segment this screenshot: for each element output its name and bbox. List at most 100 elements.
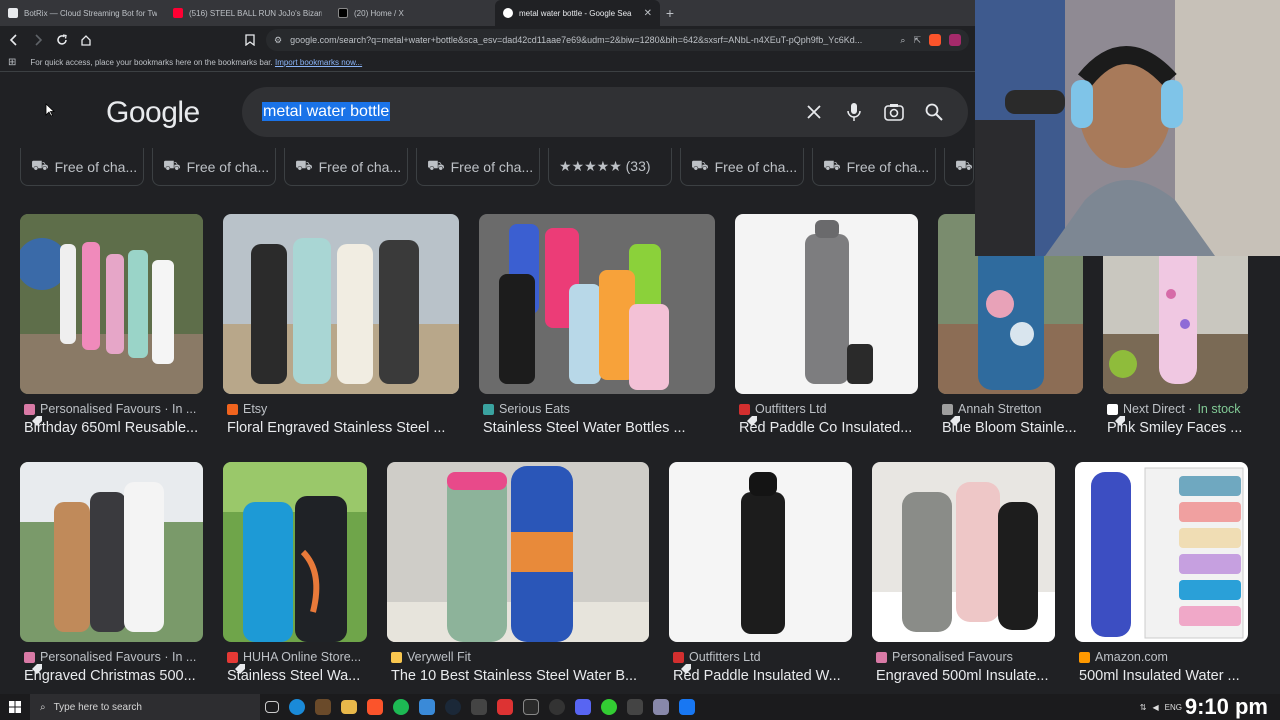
- result-card[interactable]: Etsy Floral Engraved Stainless Steel ...: [223, 214, 459, 439]
- result-image[interactable]: [1075, 462, 1248, 642]
- result-title[interactable]: Engraved Christmas 500...: [24, 668, 204, 684]
- tab-x[interactable]: (20) Home / X: [330, 0, 495, 26]
- result-card[interactable]: Verywell Fit The 10 Best Stainless Steel…: [387, 462, 649, 687]
- task-view-icon[interactable]: [265, 701, 279, 713]
- apps-grid-icon[interactable]: ⊞: [8, 57, 16, 68]
- search-input[interactable]: metal water bottle: [262, 102, 794, 121]
- result-image[interactable]: [20, 214, 203, 394]
- result-title[interactable]: Red Paddle Insulated W...: [673, 668, 853, 684]
- home-icon[interactable]: [78, 32, 94, 48]
- webcam-overlay: [975, 0, 1280, 256]
- source-favicon-icon: [1079, 651, 1090, 663]
- brave-shield-icon[interactable]: [929, 34, 941, 46]
- result-image[interactable]: [223, 214, 459, 394]
- tab-botrix[interactable]: BotRix — Cloud Streaming Bot for Tw: [0, 0, 165, 26]
- result-source: Personalised Favours · In ...: [24, 402, 204, 416]
- result-image[interactable]: [669, 462, 852, 642]
- folder-icon[interactable]: [341, 700, 357, 714]
- result-title[interactable]: Pink Smiley Faces ...: [1107, 420, 1249, 436]
- chip-free-delivery[interactable]: ⛟ Free of cha...: [152, 148, 276, 186]
- google-header: Google metal water bottle: [0, 80, 975, 142]
- zoom-icon[interactable]: ⌕: [900, 35, 905, 46]
- epic-games-icon[interactable]: [523, 699, 539, 715]
- close-tab-icon[interactable]: ✕: [644, 8, 652, 19]
- result-card[interactable]: Outfitters Ltd Red Paddle Insulated W...: [669, 462, 852, 687]
- site-info-icon[interactable]: ⚙: [274, 35, 282, 46]
- chip-free-delivery[interactable]: ⛟ Free of cha...: [680, 148, 804, 186]
- result-image[interactable]: [223, 462, 367, 642]
- result-title[interactable]: Floral Engraved Stainless Steel ...: [227, 420, 459, 436]
- result-card[interactable]: Personalised Favours · In ... Engraved C…: [20, 462, 203, 687]
- forward-icon[interactable]: [30, 32, 46, 48]
- chip-free-delivery[interactable]: ⛟ Free of cha...: [20, 148, 144, 186]
- app-icon[interactable]: [497, 699, 513, 715]
- chip-free-delivery[interactable]: ⛟ Free of cha...: [284, 148, 408, 186]
- share-icon[interactable]: ⇱: [913, 35, 921, 46]
- reload-icon[interactable]: [54, 32, 70, 48]
- result-title[interactable]: Stainless Steel Wa...: [227, 668, 368, 684]
- google-logo[interactable]: Google: [106, 96, 200, 130]
- clear-search-icon[interactable]: [794, 97, 834, 127]
- discord-icon[interactable]: [575, 699, 591, 715]
- result-card[interactable]: Outfitters Ltd Red Paddle Co Insulated..…: [735, 214, 918, 439]
- bookmark-icon[interactable]: [242, 32, 258, 48]
- result-card[interactable]: Personalised Favours Engraved 500ml Insu…: [872, 462, 1055, 687]
- steam-icon[interactable]: [445, 699, 461, 715]
- back-icon[interactable]: [6, 32, 22, 48]
- taskbar-clock[interactable]: 9:10 pm: [1185, 694, 1268, 720]
- app-icon[interactable]: [627, 699, 643, 715]
- edge-icon[interactable]: [289, 699, 305, 715]
- language-indicator[interactable]: ENG: [1165, 703, 1182, 712]
- brave-icon[interactable]: [367, 699, 383, 715]
- tab-strip: BotRix — Cloud Streaming Bot for Tw (516…: [0, 0, 975, 26]
- search-box[interactable]: metal water bottle: [242, 87, 968, 137]
- source-favicon-icon: [24, 651, 35, 663]
- result-card[interactable]: HUHA Online Store... Stainless Steel Wa.…: [223, 462, 367, 687]
- source-favicon-icon: [876, 651, 887, 663]
- facebook-icon[interactable]: [679, 699, 695, 715]
- lens-search-icon[interactable]: [874, 97, 914, 127]
- voice-search-icon[interactable]: [834, 97, 874, 127]
- result-image[interactable]: [20, 462, 203, 642]
- result-image[interactable]: [479, 214, 715, 394]
- result-image[interactable]: [872, 462, 1055, 642]
- chip-free-delivery[interactable]: ⛟ Free of cha...: [812, 148, 936, 186]
- result-image[interactable]: [387, 462, 649, 642]
- app-icon[interactable]: [471, 699, 487, 715]
- result-image[interactable]: [735, 214, 918, 394]
- result-card[interactable]: Personalised Favours · In ... Birthday 6…: [20, 214, 203, 439]
- import-bookmarks-link[interactable]: Import bookmarks now...: [275, 58, 362, 67]
- volume-icon[interactable]: ◀: [1153, 703, 1159, 712]
- tab-youtube[interactable]: (516) STEEL BALL RUN JoJo's Bizarre: [165, 0, 330, 26]
- new-tab-icon[interactable]: +: [660, 0, 680, 26]
- chip-free-delivery[interactable]: ⛟ Free of cha...: [416, 148, 540, 186]
- result-title[interactable]: Engraved 500ml Insulate...: [876, 668, 1056, 684]
- network-icon[interactable]: ⇅: [1140, 703, 1147, 712]
- spotify-icon[interactable]: [393, 699, 409, 715]
- app-icon[interactable]: [601, 699, 617, 715]
- result-title[interactable]: Stainless Steel Water Bottles ...: [483, 420, 715, 436]
- rewards-icon[interactable]: [949, 34, 961, 46]
- app-icon[interactable]: [549, 699, 565, 715]
- result-title[interactable]: Blue Bloom Stainle...: [942, 420, 1084, 436]
- result-card[interactable]: Amazon.com 500ml Insulated Water ...: [1075, 462, 1248, 687]
- in-stock-badge: In stock: [1197, 402, 1241, 416]
- result-card[interactable]: Serious Eats Stainless Steel Water Bottl…: [479, 214, 715, 439]
- tab-google-search[interactable]: metal water bottle - Google Sea ✕: [495, 0, 660, 26]
- result-title[interactable]: Birthday 650ml Reusable...: [24, 420, 204, 436]
- windows-start-icon[interactable]: [0, 694, 30, 720]
- delivery-truck-icon: ⛟: [427, 157, 445, 173]
- browser-toolbar: ⚙ google.com/search?q=metal+water+bottle…: [0, 26, 975, 54]
- taskbar-search[interactable]: ⌕ Type here to search: [30, 694, 260, 720]
- result-title[interactable]: The 10 Best Stainless Steel Water B...: [391, 668, 649, 684]
- result-title[interactable]: 500ml Insulated Water ...: [1079, 668, 1249, 684]
- app-icon[interactable]: [653, 699, 669, 715]
- address-bar[interactable]: ⚙ google.com/search?q=metal+water+bottle…: [266, 29, 969, 51]
- result-title[interactable]: Red Paddle Co Insulated...: [739, 420, 919, 436]
- chip-more[interactable]: ⛟: [944, 148, 974, 186]
- app-icon[interactable]: [315, 699, 331, 715]
- x-favicon-icon: [338, 8, 348, 18]
- chip-rating[interactable]: ★★★★★ (33): [548, 148, 672, 186]
- app-icon[interactable]: [419, 699, 435, 715]
- search-icon[interactable]: [914, 97, 954, 127]
